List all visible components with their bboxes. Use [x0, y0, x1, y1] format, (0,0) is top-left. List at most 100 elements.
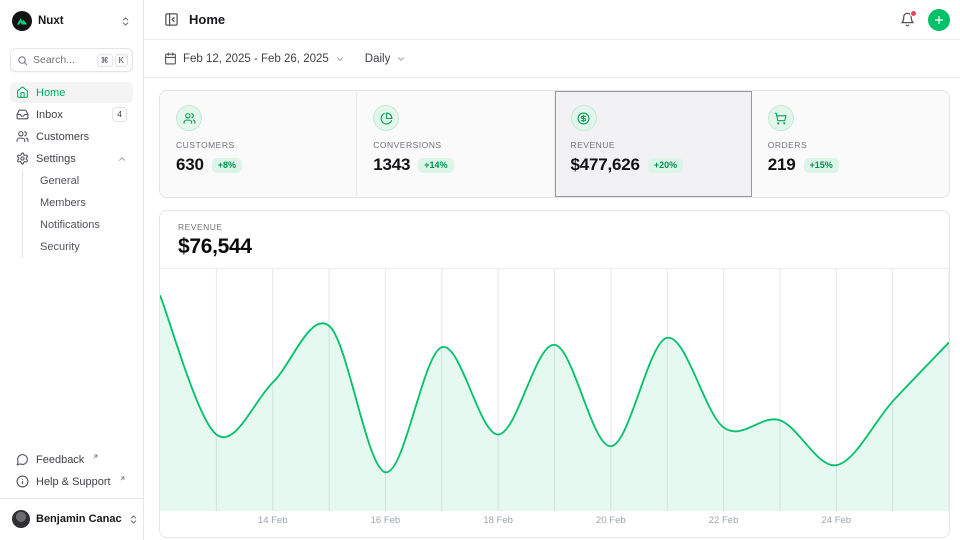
stat-value: $477,626 [571, 155, 640, 175]
stat-label: CUSTOMERS [176, 140, 340, 150]
info-circle-icon [16, 475, 29, 488]
sidebar-item-home[interactable]: Home [10, 82, 133, 103]
x-axis-labels: 14 Feb 16 Feb 18 Feb 20 Feb 22 Feb 24 Feb [160, 511, 949, 531]
dollar-circle-icon [571, 105, 597, 131]
message-bubble-icon [16, 453, 29, 466]
search-input[interactable]: Search... ⌘ K [10, 48, 133, 72]
stat-label: CONVERSIONS [373, 140, 537, 150]
plus-icon [933, 14, 945, 26]
sidebar-item-label: Settings [36, 153, 76, 165]
chart-header: REVENUE $76,544 [160, 211, 949, 268]
nuxt-logo-icon [12, 11, 32, 31]
kbd-meta: ⌘ [97, 54, 113, 67]
stat-delta-badge: +14% [418, 158, 453, 173]
x-axis-tick-label: 14 Feb [258, 515, 288, 526]
chart-title: REVENUE [178, 222, 931, 232]
chevrons-up-down-icon [128, 514, 139, 525]
page-title: Home [189, 12, 225, 27]
granularity-select[interactable]: Daily [365, 53, 407, 65]
filter-toolbar: Feb 12, 2025 - Feb 26, 2025 Daily [144, 40, 960, 78]
kbd-key: K [115, 54, 128, 67]
sidebar-item-customers[interactable]: Customers [10, 126, 133, 147]
sidebar-subitem-label: Security [40, 241, 80, 253]
stat-label: ORDERS [768, 140, 933, 150]
x-axis-tick-label: 22 Feb [709, 515, 739, 526]
main-content: Home Feb 12, 2025 - Feb 26, 2025 [144, 0, 960, 540]
sidebar-nav: Home Inbox 4 Customers Settings [10, 82, 133, 258]
users-icon [176, 105, 202, 131]
revenue-area-chart-svg [160, 269, 949, 511]
help-support-link[interactable]: Help & Support [10, 471, 133, 492]
sidebar-item-general[interactable]: General [23, 170, 133, 192]
chevrons-up-down-icon [120, 16, 131, 27]
house-icon [16, 86, 29, 99]
notifications-button[interactable] [900, 12, 915, 27]
sidebar-subitem-label: Notifications [40, 219, 100, 231]
date-range-label: Feb 12, 2025 - Feb 26, 2025 [183, 53, 329, 65]
sidebar-item-label: Help & Support [36, 476, 111, 488]
top-bar-actions [900, 9, 950, 31]
chevron-down-icon [335, 54, 345, 64]
stats-row: CUSTOMERS 630 +8% CONVERSIONS 1343 +14% [159, 90, 950, 198]
workspace-name: Nuxt [38, 15, 114, 27]
stat-value: 630 [176, 155, 204, 175]
search-icon [17, 55, 28, 66]
stat-delta-badge: +20% [648, 158, 683, 173]
unread-notification-dot [910, 10, 917, 17]
users-icon [16, 130, 29, 143]
stat-card-revenue[interactable]: REVENUE $477,626 +20% [555, 91, 752, 197]
workspace-switcher[interactable]: Nuxt [10, 10, 133, 32]
external-link-icon [119, 475, 126, 482]
sidebar-item-label: Home [36, 87, 65, 99]
search-shortcut: ⌘ K [97, 54, 128, 67]
external-link-icon [92, 453, 99, 460]
settings-subnav: General Members Notifications Security [22, 170, 133, 258]
sidebar-item-settings[interactable]: Settings [10, 148, 133, 169]
chevron-down-icon [396, 54, 406, 64]
inbox-icon [16, 108, 29, 121]
stat-label: REVENUE [571, 140, 735, 150]
cart-icon [768, 105, 794, 131]
stat-card-customers[interactable]: CUSTOMERS 630 +8% [160, 91, 357, 197]
stat-delta-badge: +15% [804, 158, 839, 173]
new-item-button[interactable] [928, 9, 950, 31]
sidebar-item-inbox[interactable]: Inbox 4 [10, 104, 133, 125]
gear-icon [16, 152, 29, 165]
calendar-icon [164, 52, 177, 65]
x-axis-tick-label: 18 Feb [483, 515, 513, 526]
stat-card-orders[interactable]: ORDERS 219 +15% [752, 91, 949, 197]
pie-chart-icon [373, 105, 399, 131]
sidebar-item-notifications[interactable]: Notifications [23, 214, 133, 236]
chart-total-value: $76,544 [178, 235, 931, 259]
user-menu[interactable]: Benjamin Canac [10, 505, 133, 534]
sidebar-footer: Feedback Help & Support Benjamin Canac [10, 449, 133, 534]
x-axis-tick-label: 16 Feb [371, 515, 401, 526]
user-name: Benjamin Canac [36, 513, 122, 525]
stat-card-conversions[interactable]: CONVERSIONS 1343 +14% [357, 91, 554, 197]
sidebar-subitem-label: Members [40, 197, 86, 209]
granularity-label: Daily [365, 53, 391, 65]
sidebar-collapse-button[interactable] [164, 12, 179, 27]
avatar [12, 510, 30, 528]
inbox-count-badge: 4 [112, 107, 127, 121]
revenue-chart-card: REVENUE $76,544 14 Feb 16 Feb 18 Feb 20 Feb… [159, 210, 950, 538]
divider [0, 498, 143, 499]
x-axis-tick-label: 24 Feb [821, 515, 851, 526]
revenue-area-chart[interactable] [160, 268, 949, 511]
stat-value: 219 [768, 155, 796, 175]
sidebar-item-label: Inbox [36, 109, 63, 121]
feedback-link[interactable]: Feedback [10, 449, 133, 470]
sidebar-item-security[interactable]: Security [23, 236, 133, 258]
x-axis-tick-label: 20 Feb [596, 515, 626, 526]
top-bar: Home [144, 0, 960, 40]
stat-delta-badge: +8% [212, 158, 242, 173]
sidebar: Nuxt Search... ⌘ K Home [0, 0, 144, 540]
sidebar-subitem-label: General [40, 175, 79, 187]
app-window: Nuxt Search... ⌘ K Home [0, 0, 960, 540]
sidebar-item-members[interactable]: Members [23, 192, 133, 214]
search-placeholder: Search... [33, 54, 92, 66]
date-range-picker[interactable]: Feb 12, 2025 - Feb 26, 2025 [164, 52, 345, 65]
sidebar-item-label: Customers [36, 131, 89, 143]
stat-value: 1343 [373, 155, 410, 175]
sidebar-item-label: Feedback [36, 454, 84, 466]
